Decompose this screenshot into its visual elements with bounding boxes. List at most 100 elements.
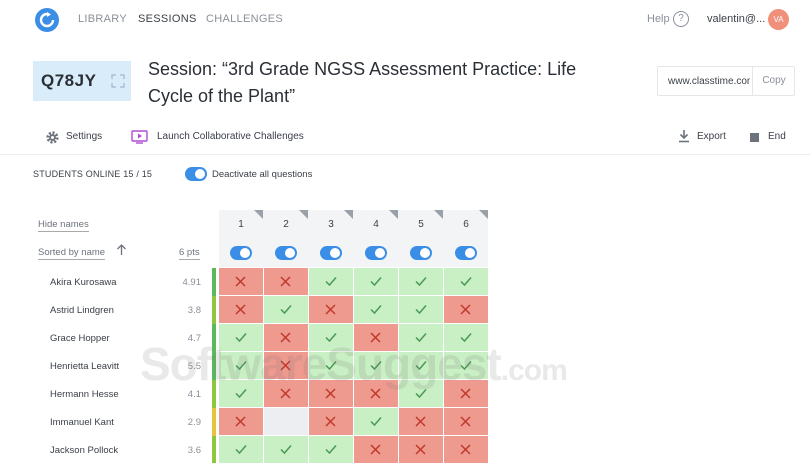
session-url-box: www.classtime.com Copy [657,66,795,96]
answer-cell-correct[interactable] [399,296,443,323]
answer-cell-wrong[interactable] [219,408,263,435]
check-icon [370,417,382,427]
session-code-box: Q78JY [33,61,131,101]
max-points: 6 pts [179,247,200,260]
user-email[interactable]: valentin@... [707,13,765,25]
watermark-suffix: .com [500,354,568,387]
divider [0,154,810,155]
question-column-1[interactable]: 1 [219,210,263,267]
launch-challenges-button[interactable]: Launch Collaborative Challenges [157,131,304,142]
question-column-4[interactable]: 4 [354,210,398,267]
answer-cell-wrong[interactable] [444,296,488,323]
expand-icon[interactable] [111,74,125,88]
download-icon[interactable] [678,129,690,143]
student-score: 2.9 [187,417,201,428]
question-column-2[interactable]: 2 [264,210,308,267]
session-code: Q78JY [41,71,97,90]
hide-names-link[interactable]: Hide names [38,219,89,232]
check-icon [415,305,427,315]
cross-icon [235,276,246,287]
score-indicator-bar [212,296,216,324]
answer-cell-wrong[interactable] [444,436,488,463]
answer-cell-correct[interactable] [264,436,308,463]
student-name[interactable]: Grace Hopper [50,333,110,344]
answer-cell-wrong[interactable] [399,408,443,435]
answer-cell-wrong[interactable] [444,408,488,435]
answer-cell-wrong[interactable] [399,436,443,463]
help-link[interactable]: Help [647,13,670,25]
student-name[interactable]: Immanuel Kant [50,417,114,428]
answer-cell-correct[interactable] [354,408,398,435]
play-screen-icon[interactable] [131,130,148,144]
sort-by-name-link[interactable]: Sorted by name [38,247,106,260]
nav-sessions[interactable]: SESSIONS [138,13,197,25]
nav-challenges[interactable]: CHALLENGES [206,13,283,25]
cross-icon [280,276,291,287]
end-button[interactable]: End [768,131,786,142]
deactivate-all-toggle[interactable] [185,167,207,181]
answer-cell-wrong[interactable] [354,436,398,463]
cross-icon [235,304,246,315]
help-icon[interactable]: ? [673,11,689,27]
question-toggle[interactable] [275,246,297,260]
settings-button[interactable]: Settings [66,131,102,142]
answer-cell-wrong[interactable] [309,408,353,435]
question-number: 1 [238,219,244,230]
student-name[interactable]: Jackson Pollock [50,445,118,456]
student-score: 3.8 [187,305,201,316]
cross-icon [460,444,471,455]
deactivate-all-label: Deactivate all questions [212,169,313,180]
answer-cell-correct[interactable] [354,268,398,295]
answer-cell-wrong[interactable] [309,296,353,323]
question-corner-marker [344,210,353,219]
question-toggle[interactable] [410,246,432,260]
nav-library[interactable]: LIBRARY [78,13,127,25]
score-indicator-bar [212,436,216,463]
question-corner-marker [389,210,398,219]
answer-cell-correct[interactable] [399,268,443,295]
cross-icon [325,416,336,427]
check-icon [415,277,427,287]
score-indicator-bar [212,408,216,436]
student-name[interactable]: Hermann Hesse [50,389,119,400]
student-name[interactable]: Astrid Lindgren [50,305,114,316]
answer-cell-correct[interactable] [219,436,263,463]
question-corner-marker [299,210,308,219]
question-corner-marker [254,210,263,219]
answer-cell-correct[interactable] [309,268,353,295]
answer-cell-wrong[interactable] [264,268,308,295]
question-column-5[interactable]: 5 [399,210,443,267]
question-toggle[interactable] [365,246,387,260]
students-online-count: STUDENTS ONLINE 15 / 15 [33,169,153,179]
question-column-3[interactable]: 3 [309,210,353,267]
cross-icon [370,444,381,455]
check-icon [325,277,337,287]
watermark: SoftwareSuggest.com [140,337,568,391]
question-toggle[interactable] [455,246,477,260]
copy-button[interactable]: Copy [752,67,795,95]
sort-arrow-up-icon[interactable] [116,244,127,256]
stop-icon[interactable] [750,133,759,142]
student-name[interactable]: Akira Kurosawa [50,277,117,288]
export-button[interactable]: Export [697,131,726,142]
answer-cell-blank[interactable] [264,408,308,435]
student-score: 3.6 [187,445,201,456]
top-nav: LIBRARY SESSIONS CHALLENGES Help ? valen… [0,0,810,40]
answer-cell-wrong[interactable] [219,296,263,323]
avatar[interactable]: VA [768,9,789,30]
question-toggle[interactable] [230,246,252,260]
check-icon [280,445,292,455]
question-toggle[interactable] [320,246,342,260]
check-icon [370,277,382,287]
question-column-6[interactable]: 6 [444,210,488,267]
answer-cell-correct[interactable] [444,268,488,295]
answer-cell-correct[interactable] [309,436,353,463]
student-score: 4.91 [182,277,202,288]
answer-cell-correct[interactable] [264,296,308,323]
answer-cell-correct[interactable] [354,296,398,323]
student-name[interactable]: Henrietta Leavitt [50,361,119,372]
answer-cell-wrong[interactable] [219,268,263,295]
check-icon [325,445,337,455]
classtime-logo-icon[interactable] [35,8,59,32]
gear-icon[interactable] [45,130,60,145]
